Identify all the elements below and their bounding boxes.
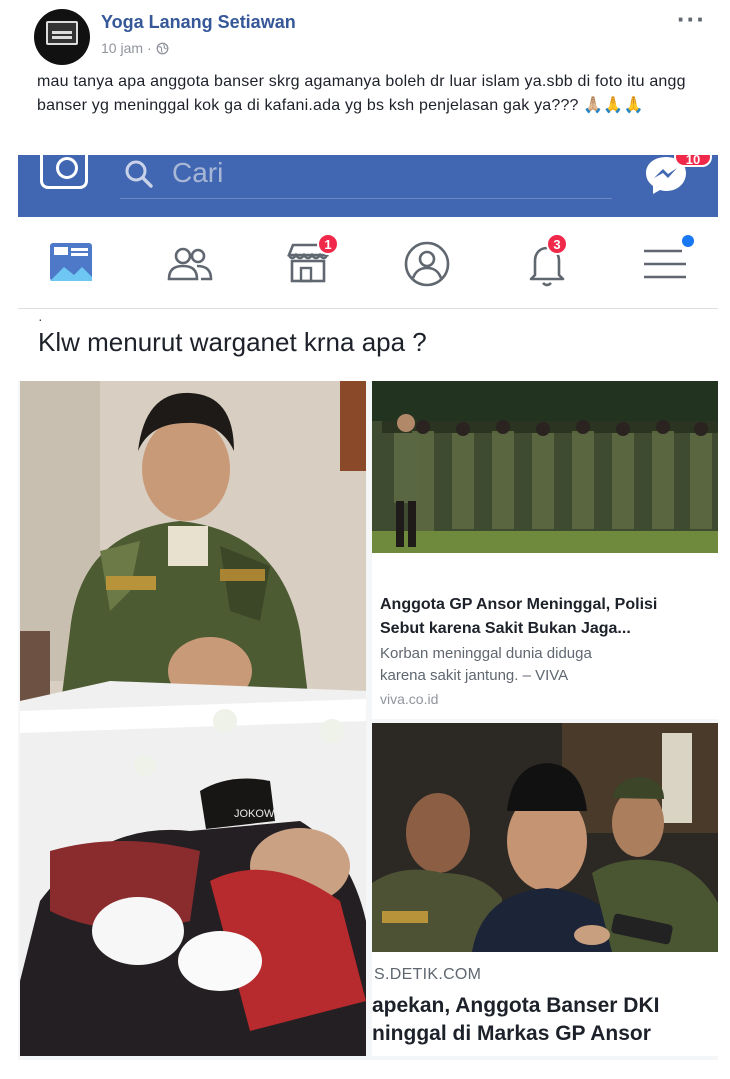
marketplace-badge: 1 <box>317 233 339 255</box>
nav-marketplace[interactable]: 1 <box>281 233 339 291</box>
search-placeholder: Cari <box>172 157 224 188</box>
nav-notifications[interactable]: 3 <box>520 233 574 291</box>
nav-profile[interactable] <box>400 237 454 291</box>
friends-icon <box>167 247 213 281</box>
news-card-detik-domain: S.DETIK.COM <box>374 966 482 983</box>
troops-photo[interactable] <box>372 381 718 553</box>
news-feed-icon <box>50 243 92 281</box>
detik-headline-line2: ninggal di Markas GP Ansor <box>372 1022 651 1045</box>
nav-friends[interactable] <box>163 237 217 291</box>
post-timestamp[interactable]: 10 jam <box>101 40 143 56</box>
funeral-photo-drawing: JOKOWI <box>20 381 366 1056</box>
viva-desc-line2: karena sakit jantung. – VIVA <box>380 667 569 684</box>
camera-icon[interactable] <box>40 155 88 189</box>
author-name[interactable]: Yoga Lanang Setiawan <box>101 12 296 33</box>
viva-headline-line2: Sebut karena Sakit Bukan Jaga... <box>380 620 631 637</box>
post-body-text: mau tanya apa anggota banser skrg agaman… <box>37 73 686 114</box>
question-dot: · <box>38 311 43 327</box>
nav-menu[interactable] <box>638 235 694 291</box>
funeral-photo[interactable]: JOKOWI <box>20 381 366 1056</box>
news-card-viva[interactable]: Anggota GP Ansor Meninggal, Polisi Sebut… <box>372 553 718 719</box>
cap-label: JOKOWI <box>234 808 277 820</box>
news-card-viva-description: Korban meninggal dunia diduga karena sak… <box>380 643 710 687</box>
author-avatar[interactable] <box>34 9 90 65</box>
fb-top-bar: Cari 10 <box>18 155 718 217</box>
photo-collage: JOKOWI Anggota GP Ansor Meninggal, Polis… <box>18 381 718 1060</box>
avatar-logo-icon <box>46 21 78 45</box>
news-card-viva-domain: viva.co.id <box>380 691 439 707</box>
viva-headline-line1: Anggota GP Ansor Meninggal, Polisi <box>380 596 658 613</box>
news-card-detik[interactable]: S.DETIK.COM apekan, Anggota Banser DKI n… <box>372 952 718 1056</box>
more-options-button[interactable]: ··· <box>677 4 706 35</box>
question-header: · Klw menurut warganet krna apa ? <box>18 311 718 377</box>
meta-separator: · <box>147 40 152 56</box>
viva-desc-line1: Korban meninggal dunia diduga <box>380 645 592 662</box>
post-meta: 10 jam · <box>101 40 169 56</box>
facebook-post: Yoga Lanang Setiawan 10 jam · ··· mau ta… <box>0 0 730 1079</box>
question-text: Klw menurut warganet krna apa ? <box>38 327 427 357</box>
messenger-badge: 10 <box>674 155 712 167</box>
news-card-viva-headline: Anggota GP Ansor Meninggal, Polisi Sebut… <box>380 593 710 641</box>
menu-dot-badge <box>682 235 694 247</box>
troops-photo-drawing <box>372 381 718 553</box>
officials-photo-drawing <box>372 723 718 952</box>
nav-news-feed[interactable] <box>44 237 98 291</box>
officials-photo[interactable] <box>372 723 718 952</box>
notifications-badge: 3 <box>546 233 568 255</box>
globe-icon <box>156 42 169 54</box>
fb-nav-bar: 1 3 <box>18 217 718 309</box>
search-icon <box>125 160 153 188</box>
detik-headline-line1: apekan, Anggota Banser DKI <box>372 994 660 1017</box>
profile-icon <box>404 241 450 287</box>
news-card-detik-headline: apekan, Anggota Banser DKI ninggal di Ma… <box>372 992 718 1048</box>
search-bar[interactable]: Cari <box>120 155 612 199</box>
shared-screenshot: Cari 10 1 3 · Klw menurut warganet krna … <box>18 155 718 1060</box>
